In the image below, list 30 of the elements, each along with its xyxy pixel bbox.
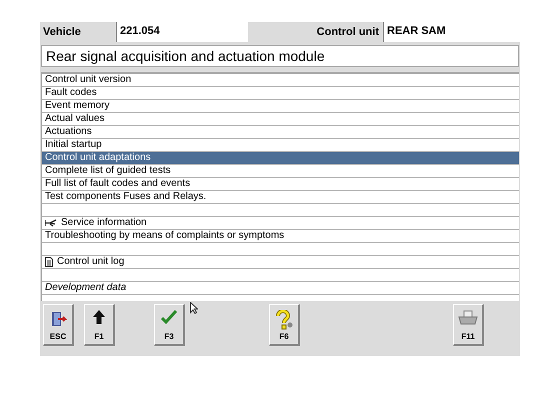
menu-item[interactable]: Test components Fuses and Relays. [42, 191, 519, 204]
menu-item[interactable]: Complete list of guided tests [42, 165, 519, 178]
function-key-button[interactable]: F1 [84, 304, 115, 346]
function-key-button[interactable]: ESC [43, 304, 74, 346]
menu-item[interactable]: Full list of fault codes and events [42, 178, 519, 191]
menu-item[interactable]: Control unit version [42, 74, 519, 87]
function-key-button[interactable]: F6 [269, 304, 300, 346]
vehicle-label: Vehicle [42, 25, 82, 40]
checkmark-icon [161, 310, 177, 324]
door-exit-icon [49, 310, 67, 328]
up-arrow-icon [93, 310, 105, 324]
menu-item[interactable]: Control unit adaptations [42, 152, 519, 165]
document-icon [45, 257, 53, 267]
module-title: Rear signal acquisition and actuation module [41, 45, 519, 67]
menu-item[interactable]: Actual values [42, 113, 519, 126]
menu-item[interactable]: Development data [42, 282, 519, 295]
function-key-button[interactable]: F11 [453, 304, 484, 346]
control-unit-label: Control unit [316, 25, 380, 40]
hand-pointer-icon [45, 219, 57, 227]
menu-item[interactable]: Fault codes [42, 87, 519, 100]
menu-item[interactable]: Troubleshooting by means of complaints or symptoms [42, 230, 519, 243]
menu-item[interactable]: Service information [42, 217, 519, 230]
control-unit-value: REAR SAM [383, 22, 520, 42]
menu-item[interactable]: Event memory [42, 100, 519, 113]
menu-item[interactable]: Control unit log [42, 256, 519, 269]
printer-icon [458, 310, 478, 326]
menu-item[interactable]: Actuations [42, 126, 519, 139]
question-mark-icon [274, 310, 294, 330]
vehicle-value: 221.054 [116, 22, 248, 42]
function-key-button[interactable]: F3 [154, 304, 185, 346]
